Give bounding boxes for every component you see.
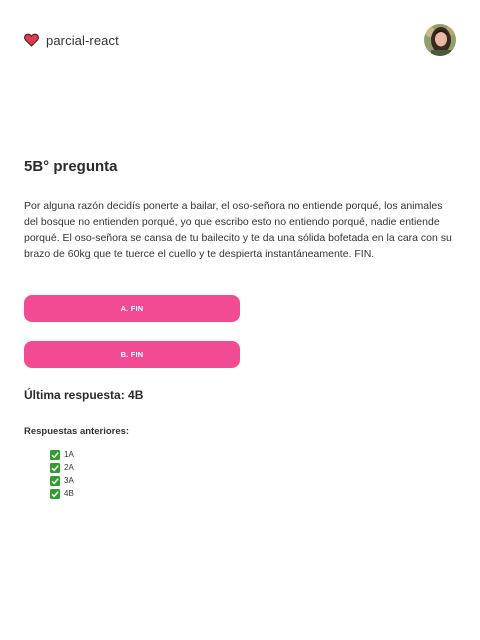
list-item: 2A (50, 461, 74, 474)
list-item: 3A (50, 474, 74, 487)
previous-answer-label: 2A (64, 463, 74, 472)
previous-answers-list: 1A 2A 3A 4B (50, 448, 74, 500)
answer-b-button[interactable]: B. FIN (24, 341, 240, 368)
list-item: 4B (50, 487, 74, 500)
check-icon (50, 488, 60, 499)
brand-link[interactable]: parcial-react (24, 33, 119, 48)
previous-answer-label: 1A (64, 450, 74, 459)
previous-answer-label: 4B (64, 489, 74, 498)
question-title: 5B° pregunta (24, 158, 118, 175)
user-avatar[interactable] (424, 24, 456, 56)
check-icon (50, 449, 60, 460)
answer-a-button[interactable]: A. FIN (24, 295, 240, 322)
page: parcial-react 5B° pregunta Por alguna ra… (0, 0, 480, 640)
check-icon (50, 475, 60, 486)
previous-answer-label: 3A (64, 476, 74, 485)
list-item: 1A (50, 448, 74, 461)
header: parcial-react (24, 24, 456, 56)
question-text: Por alguna razón decidís ponerte a baila… (24, 200, 452, 260)
heart-icon (24, 33, 39, 47)
previous-answers-title: Respuestas anteriores: (24, 426, 130, 437)
last-answer: Última respuesta: 4B (24, 388, 144, 402)
check-icon (50, 462, 60, 473)
brand-name: parcial-react (46, 32, 119, 48)
